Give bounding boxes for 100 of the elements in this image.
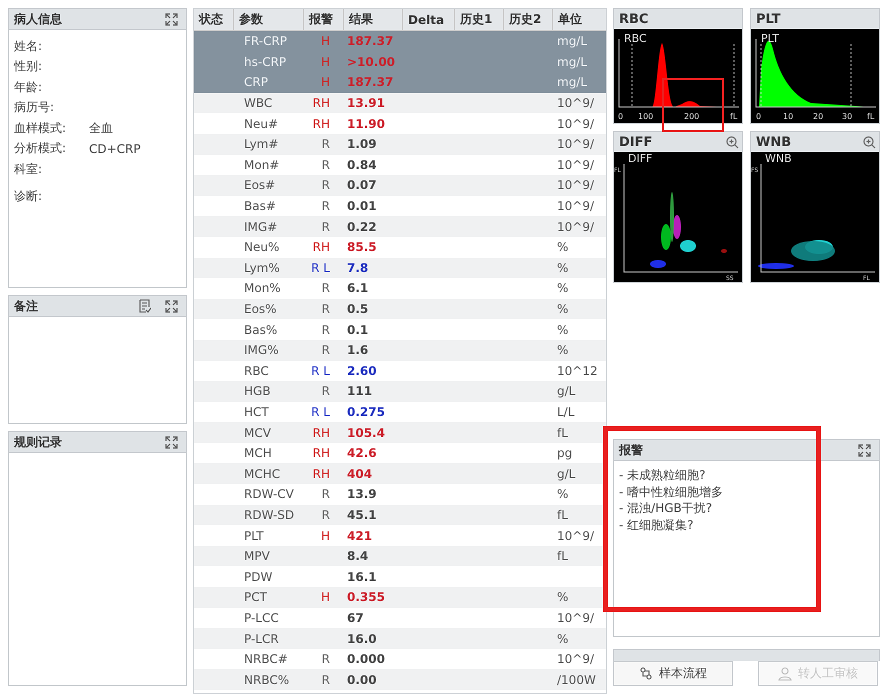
parameter-name: Bas#	[243, 199, 277, 214]
result-value: 1.6	[347, 343, 368, 358]
table-row[interactable]: PCT H 0.355 %	[194, 587, 606, 608]
unit-text: %	[557, 240, 568, 254]
result-value: 85.5	[347, 240, 377, 254]
result-value: 0.84	[347, 158, 377, 172]
flag-text: R	[322, 137, 330, 152]
expand-icon[interactable]	[165, 300, 178, 312]
table-row[interactable]: WBC RH 13.91 10^9/	[194, 92, 606, 114]
alarm-message: - 未成熟粒细胞?	[619, 467, 707, 484]
flag-text: R	[322, 178, 330, 192]
result-value: 105.4	[347, 426, 385, 440]
parameter-name: HGB	[243, 384, 272, 398]
table-row[interactable]: IMG% R 1.6 %	[194, 340, 606, 360]
column-header[interactable]: Delta	[403, 9, 455, 30]
flag-text: RH	[312, 446, 330, 460]
parameter-name: PCT	[243, 590, 268, 604]
unit-text: 10^9/	[557, 137, 594, 152]
table-row[interactable]: NRBC% R 0.00 /100W	[194, 669, 606, 690]
table-row[interactable]: P-LCR 16.0 %	[194, 628, 606, 649]
unit-text: g/L	[557, 384, 576, 398]
parameter-name: RDW-SD	[243, 508, 296, 522]
expand-icon[interactable]	[858, 444, 871, 456]
flag-text: R	[322, 322, 330, 337]
panel-title: 规则记录	[14, 434, 62, 450]
result-value: 2.60	[347, 364, 377, 378]
parameter-name: P-LCR	[243, 632, 280, 646]
unit-text: fL	[557, 549, 568, 564]
graph-label: PLT	[761, 32, 779, 45]
flag-text: H	[320, 34, 330, 48]
column-header[interactable]: 参数	[234, 9, 304, 30]
result-value: 13.91	[347, 96, 385, 110]
parameter-name: RBC	[243, 364, 270, 378]
table-row[interactable]: RDW-SD R 45.1 fL	[194, 504, 606, 526]
zoom-in-icon[interactable]	[726, 136, 739, 148]
table-row[interactable]: HGB R 111 g/L	[194, 381, 606, 402]
action-button[interactable]: 样本流程	[613, 661, 733, 686]
expand-icon[interactable]	[165, 12, 178, 26]
flag-text: RH	[312, 240, 330, 254]
unit-text: 10^9/	[557, 528, 594, 543]
column-header[interactable]: 报警	[304, 9, 344, 30]
zoom-in-icon[interactable]	[863, 136, 876, 148]
graph-title: DIFF	[619, 134, 652, 150]
unit-text: 10^9/	[557, 610, 594, 625]
unit-text: fL	[557, 508, 568, 522]
panel-title: 备注	[14, 298, 38, 314]
expand-icon[interactable]	[165, 436, 178, 448]
axis-tick-label: fL	[867, 112, 874, 121]
parameter-name: Lym#	[243, 137, 280, 152]
result-value: 13.9	[347, 487, 377, 502]
parameter-name: PDW	[243, 570, 274, 584]
table-row[interactable]: HCT R L 0.275 L/L	[194, 402, 606, 422]
result-value: 1.09	[347, 137, 377, 152]
result-value: 0.5	[347, 302, 368, 316]
table-row[interactable]: MCV RH 105.4 fL	[194, 422, 606, 443]
result-value: 11.90	[347, 116, 385, 131]
flag-text: RH	[312, 116, 330, 131]
document-icon[interactable]	[139, 299, 151, 313]
parameter-name: MPV	[243, 549, 271, 564]
column-header[interactable]: 结果	[344, 9, 403, 30]
result-value: 8.4	[347, 549, 368, 564]
unit-text: /100W	[557, 672, 596, 687]
flag-text: H	[320, 54, 330, 69]
unit-text: %	[557, 302, 568, 316]
result-value: 0.275	[347, 404, 385, 419]
field-label: 姓名:	[14, 38, 44, 55]
flag-text: R	[322, 302, 330, 316]
table-row[interactable]: Eos# R 0.07 10^9/	[194, 175, 606, 196]
result-value: 111	[347, 384, 372, 398]
person-icon	[778, 666, 792, 680]
table-row[interactable]: Eos% R 0.5 %	[194, 298, 606, 320]
table-row[interactable]: Lym% R L 7.8 %	[194, 258, 606, 278]
flag-text: R	[322, 652, 330, 666]
axis-tick-label: 10	[783, 112, 794, 121]
flag-text: R L	[311, 260, 330, 275]
column-header[interactable]: 单位	[553, 9, 606, 30]
unit-text: %	[557, 322, 568, 337]
parameter-name: IMG%	[243, 343, 280, 358]
field-label: 病历号:	[14, 99, 56, 116]
parameter-name: CRP	[243, 75, 269, 90]
column-header[interactable]: 历史1	[455, 9, 504, 30]
axis-tick-label: 100	[638, 112, 654, 121]
table-row[interactable]: IMG# R 0.22 10^9/	[194, 216, 606, 237]
parameter-name: Neu%	[243, 240, 280, 254]
parameter-name: WBC	[243, 96, 274, 110]
table-row[interactable]: Lym# R 1.09 10^9/	[194, 134, 606, 155]
table-row[interactable]: MCHC RH 404 g/L	[194, 463, 606, 484]
table-row[interactable]: MPV 8.4 fL	[194, 546, 606, 566]
column-header[interactable]: 状态	[194, 9, 234, 30]
flag-text: R	[322, 384, 330, 398]
field-label: 诊断:	[14, 188, 44, 206]
unit-text: 10^9/	[557, 158, 594, 172]
result-value: 16.1	[347, 570, 377, 584]
graph-label: DIFF	[628, 152, 652, 165]
flag-text: R	[322, 220, 330, 234]
field-label: 年龄:	[14, 78, 44, 96]
column-header[interactable]: 历史2	[504, 9, 553, 30]
unit-text: mg/L	[557, 34, 588, 48]
unit-text: mg/L	[557, 75, 588, 90]
field-label: 科室:	[14, 160, 44, 178]
